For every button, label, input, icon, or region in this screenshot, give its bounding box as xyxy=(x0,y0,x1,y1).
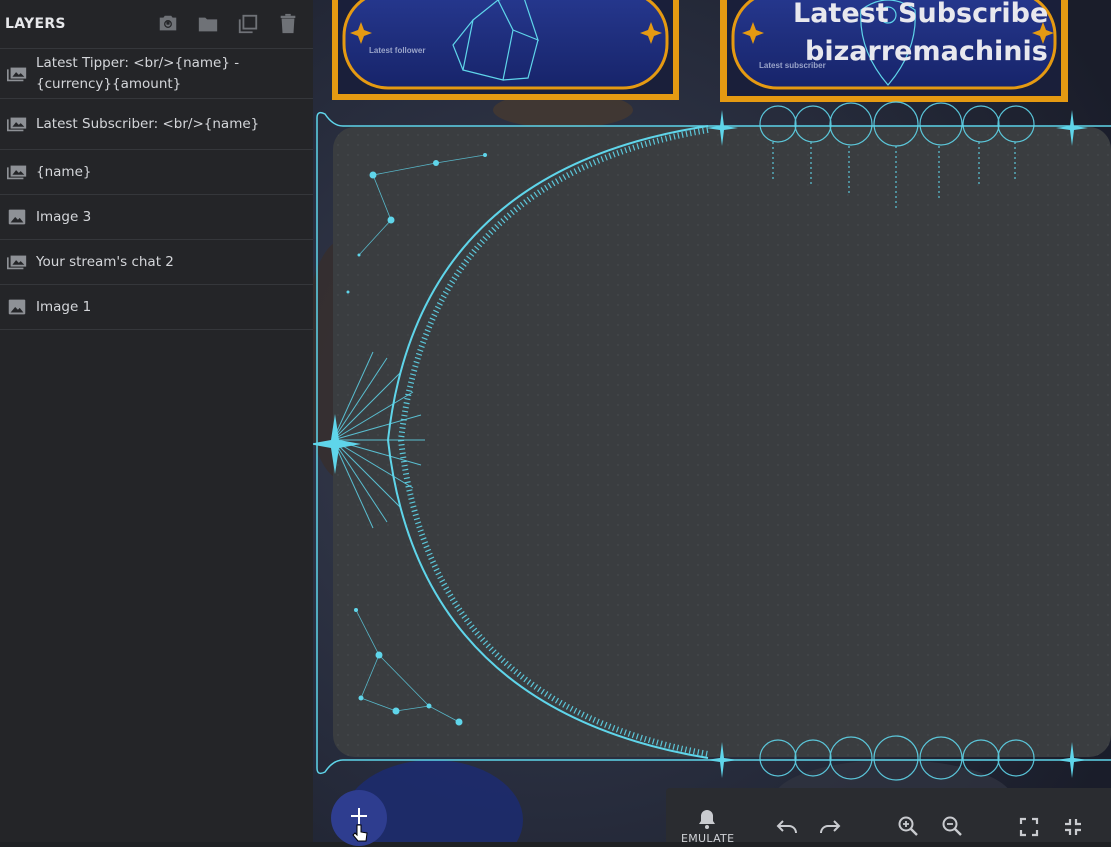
layer-label: Latest Subscriber: <br/>{name} xyxy=(36,115,260,132)
subscriber-title-line2: bizarremachinis xyxy=(805,36,1048,67)
layers-title: LAYERS xyxy=(5,16,66,32)
layer-item[interactable]: {name} xyxy=(0,150,313,195)
duplicate-icon[interactable] xyxy=(237,13,259,35)
follower-card-label: Latest follower xyxy=(369,46,425,55)
layer-item[interactable]: Latest Tipper: <br/>{name} - {currency}{… xyxy=(0,48,313,99)
exit-fullscreen-icon[interactable] xyxy=(1063,817,1083,837)
redo-icon[interactable] xyxy=(818,817,842,837)
subscriber-title-line1: Latest Subscribe xyxy=(793,0,1048,29)
bell-icon[interactable] xyxy=(697,808,717,830)
folder-icon[interactable] xyxy=(197,13,219,35)
delete-icon[interactable] xyxy=(277,13,299,35)
fullscreen-icon[interactable] xyxy=(1019,817,1039,837)
layers-header: LAYERS xyxy=(0,0,313,48)
undo-icon[interactable] xyxy=(775,817,799,837)
image-icon xyxy=(6,206,28,228)
canvas-artwork: Latest follower Latest Subscribe bizarre… xyxy=(313,0,1111,842)
layer-label: Your stream's chat 2 xyxy=(36,253,174,270)
image-stack-icon xyxy=(6,113,28,135)
subscriber-card-label: Latest subscriber xyxy=(759,61,826,70)
layer-item[interactable]: Latest Subscriber: <br/>{name} xyxy=(0,99,313,150)
pointer-cursor-icon xyxy=(352,824,368,847)
image-icon xyxy=(6,296,28,318)
layer-label: Latest Tipper: <br/>{name} - {currency}{… xyxy=(36,54,240,92)
image-stack-icon xyxy=(6,251,28,273)
add-scene-icon[interactable] xyxy=(157,13,179,35)
layer-item[interactable]: Image 1 xyxy=(0,285,313,330)
layer-item[interactable]: Image 3 xyxy=(0,195,313,240)
layer-label: Image 1 xyxy=(36,298,92,315)
emulate-label[interactable]: EMULATE xyxy=(681,832,734,845)
layer-label: {name} xyxy=(36,163,92,180)
zoom-in-icon[interactable] xyxy=(897,815,919,837)
layer-label: Image 3 xyxy=(36,208,92,225)
zoom-out-icon[interactable] xyxy=(941,815,963,837)
image-stack-icon xyxy=(6,63,28,85)
overlay-canvas[interactable]: Latest follower Latest Subscribe bizarre… xyxy=(313,0,1111,842)
layer-item[interactable]: Your stream's chat 2 xyxy=(0,240,313,285)
layers-panel: LAYERS Latest Tipper: <br/>{name} - {cur… xyxy=(0,0,313,842)
image-stack-icon xyxy=(6,161,28,183)
